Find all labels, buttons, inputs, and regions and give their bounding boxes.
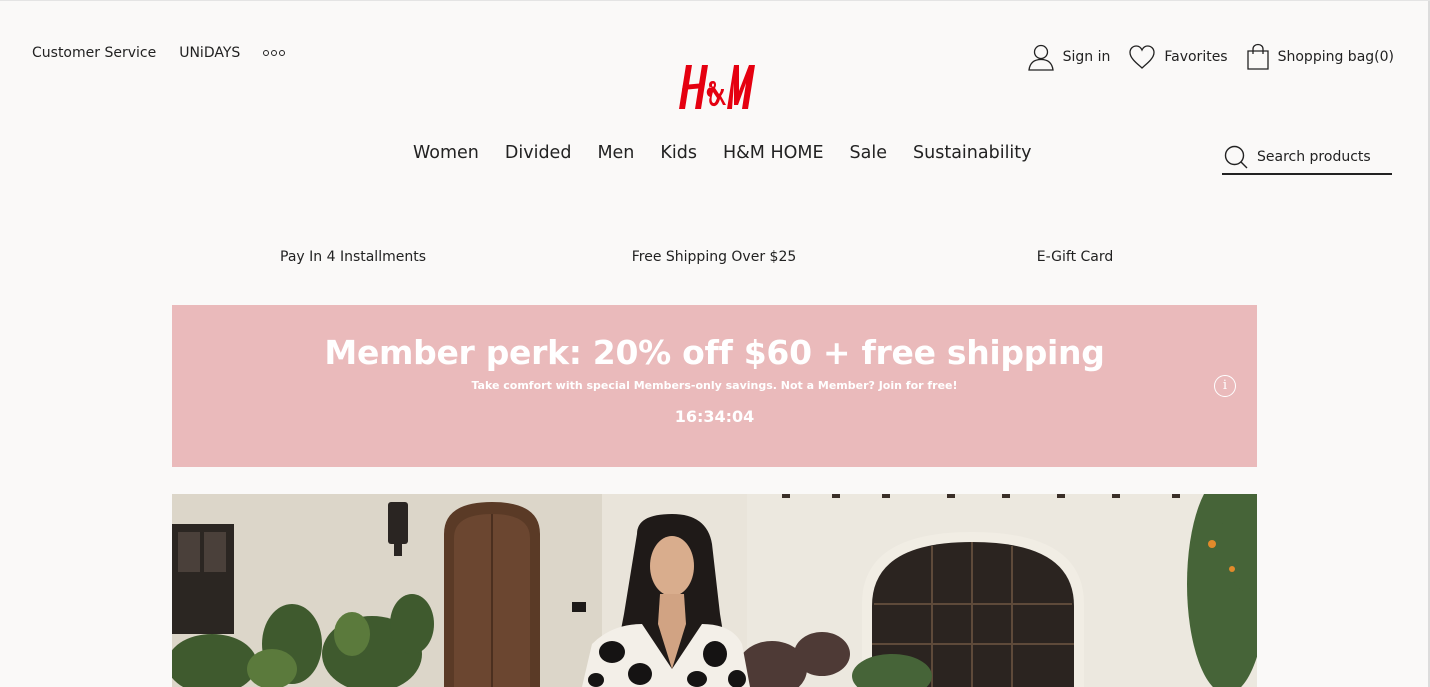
nav-item-kids[interactable]: Kids xyxy=(660,143,697,163)
account-links: Sign in Favorites Shopping bag(0) xyxy=(1009,43,1394,71)
more-options-icon[interactable] xyxy=(263,50,286,56)
main-navigation: Women Divided Men Kids H&M HOME Sale Sus… xyxy=(413,143,1058,163)
search-icon[interactable] xyxy=(1224,145,1248,169)
hero-image[interactable] xyxy=(172,494,1257,687)
search-input[interactable] xyxy=(1257,149,1377,165)
favorites-label: Favorites xyxy=(1164,49,1228,65)
shopping-bag-icon xyxy=(1246,43,1269,70)
heart-icon xyxy=(1129,45,1156,69)
nav-item-hm-home[interactable]: H&M HOME xyxy=(723,143,824,163)
member-perk-banner[interactable]: Member perk: 20% off $60 + free shipping… xyxy=(172,305,1257,467)
search-bar xyxy=(1222,141,1392,175)
nav-item-sale[interactable]: Sale xyxy=(850,143,887,163)
hm-logo[interactable] xyxy=(672,57,756,117)
shopping-bag-label: Shopping bag(0) xyxy=(1277,49,1394,65)
unidays-link[interactable]: UNiDAYS xyxy=(179,45,240,61)
user-icon xyxy=(1027,44,1054,71)
customer-service-link[interactable]: Customer Service xyxy=(32,45,156,61)
nav-item-women[interactable]: Women xyxy=(413,143,479,163)
hero-photo xyxy=(172,494,1257,687)
favorites-link[interactable]: Favorites xyxy=(1128,44,1228,70)
shopping-bag-link[interactable]: Shopping bag(0) xyxy=(1246,43,1394,71)
promo-e-gift-card-link[interactable]: E-Gift Card xyxy=(1037,249,1114,265)
hm-logo-mark xyxy=(679,65,755,109)
nav-item-men[interactable]: Men xyxy=(597,143,634,163)
banner-headline: Member perk: 20% off $60 + free shipping xyxy=(324,333,1105,372)
banner-subtext: Take comfort with special Members-only s… xyxy=(471,379,958,392)
nav-item-sustainability[interactable]: Sustainability xyxy=(913,143,1032,163)
sign-in-link[interactable]: Sign in xyxy=(1027,43,1111,71)
countdown-timer: 16:34:04 xyxy=(674,407,755,426)
nav-item-divided[interactable]: Divided xyxy=(505,143,572,163)
promo-pay-in-4-link[interactable]: Pay In 4 Installments xyxy=(280,249,426,265)
promo-free-shipping-link[interactable]: Free Shipping Over $25 xyxy=(632,249,797,265)
sign-in-label: Sign in xyxy=(1062,49,1111,65)
info-icon[interactable]: i xyxy=(1214,375,1236,397)
utility-links: Customer Service UNiDAYS xyxy=(32,45,308,61)
